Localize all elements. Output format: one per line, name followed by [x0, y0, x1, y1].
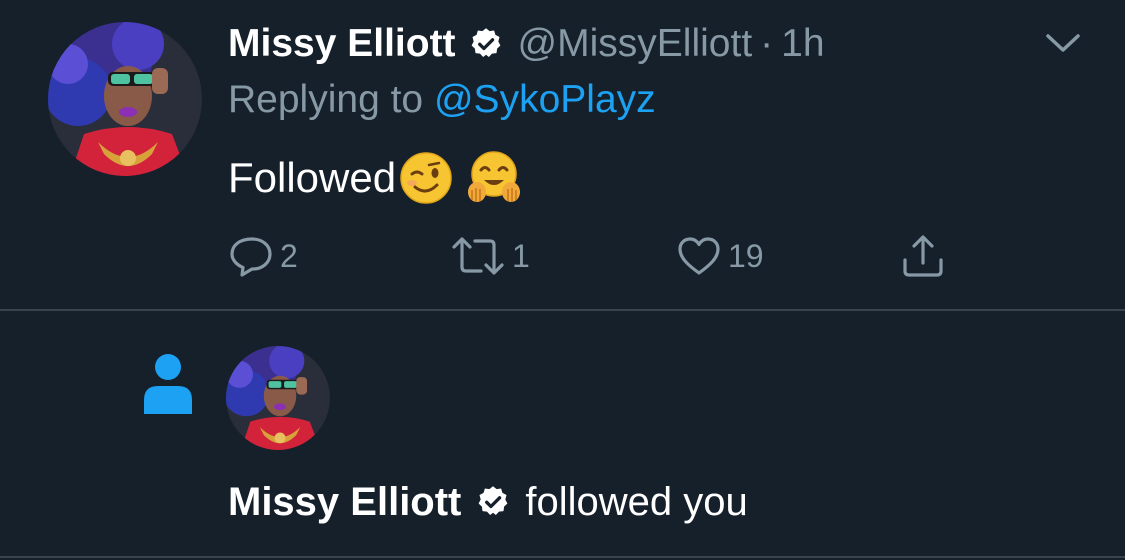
tweet[interactable]: Missy Elliott @MissyElliott · 1h Replyin…	[0, 0, 1125, 310]
profile-photo	[48, 22, 202, 176]
avatar[interactable]	[48, 22, 202, 176]
author-handle[interactable]: @MissyElliott	[518, 22, 753, 66]
retweet-count: 1	[512, 237, 530, 274]
replying-to-line: Replying to @SykoPlayz	[228, 78, 656, 122]
share-button[interactable]	[900, 232, 946, 280]
replying-to-mention[interactable]: @SykoPlayz	[434, 78, 656, 121]
tweet-body: Followed	[228, 150, 522, 206]
replying-to-label: Replying to	[228, 78, 424, 121]
hugging-face-emoji-icon	[466, 150, 522, 206]
verified-badge-icon	[468, 26, 504, 62]
divider	[0, 556, 1125, 558]
notification-text: Missy Elliott followed you	[228, 474, 748, 530]
like-button[interactable]: 19	[676, 232, 764, 280]
author-display-name[interactable]: Missy Elliott	[228, 22, 456, 66]
heart-icon	[678, 237, 720, 275]
tweet-text: Followed	[228, 154, 397, 201]
reply-count: 2	[280, 237, 298, 274]
notification-action-text: followed you	[525, 479, 748, 524]
share-icon	[903, 235, 943, 277]
tweet-header: Missy Elliott @MissyElliott · 1h	[228, 16, 825, 72]
chevron-down-icon[interactable]	[1044, 30, 1082, 56]
retweet-icon	[452, 237, 504, 275]
winking-face-emoji-icon	[398, 150, 454, 206]
reply-icon	[230, 237, 272, 277]
reply-button[interactable]: 2	[228, 232, 298, 280]
verified-badge-icon	[475, 484, 511, 520]
person-icon	[144, 354, 192, 414]
profile-photo	[226, 346, 330, 450]
separator-dot: ·	[760, 22, 774, 65]
avatar[interactable]	[226, 346, 330, 450]
follower-display-name[interactable]: Missy Elliott	[228, 480, 461, 525]
retweet-button[interactable]: 1	[450, 232, 530, 280]
like-count: 19	[728, 237, 764, 274]
divider	[0, 309, 1125, 311]
tweet-timestamp[interactable]: 1h	[781, 22, 824, 66]
